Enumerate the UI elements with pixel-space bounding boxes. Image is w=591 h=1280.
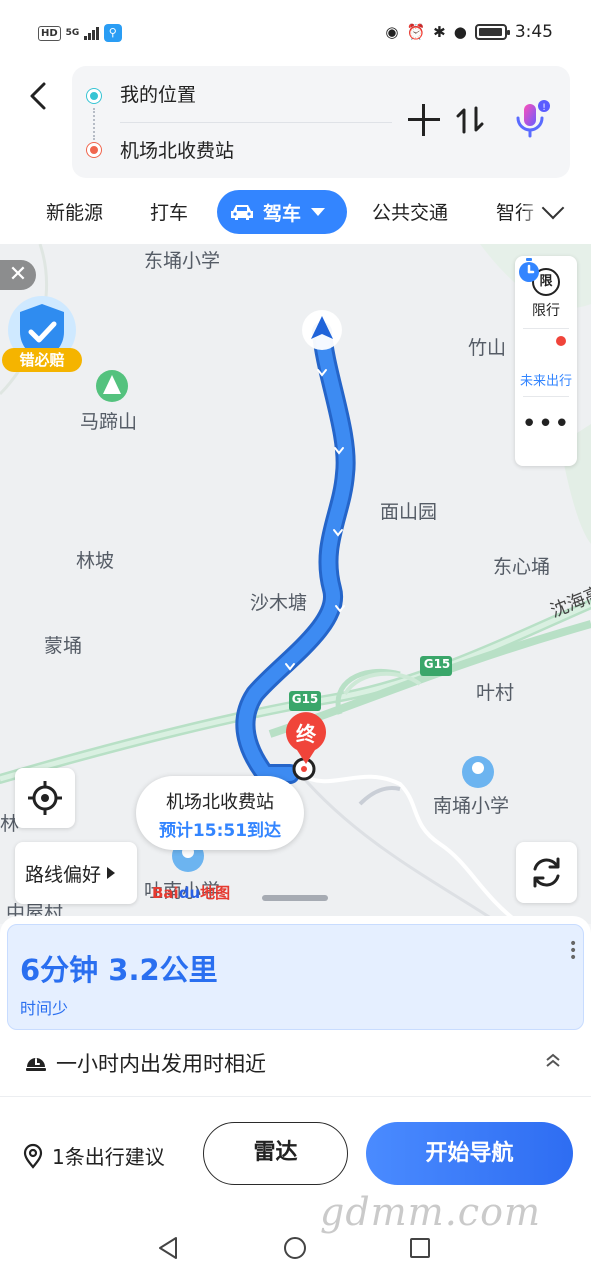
swap-icon (456, 106, 484, 134)
destination-name: 机场北收费站 (166, 792, 274, 813)
route-connector (93, 108, 95, 140)
bluetooth-icon: ✱ (433, 23, 446, 41)
stopwatch-icon[interactable] (515, 256, 543, 284)
microphone-icon: ! (516, 100, 550, 138)
nav-home-icon[interactable] (284, 1237, 306, 1259)
clock-icon (26, 1057, 46, 1071)
place-label: 马蹄山 (80, 411, 138, 433)
location-pin-icon (23, 1143, 43, 1169)
road-badge: G15 (291, 692, 319, 706)
radar-button[interactable]: 雷达 (203, 1122, 348, 1185)
place-label: 面山园 (380, 501, 438, 523)
dropdown-caret-icon (311, 208, 326, 216)
destination-eta: 预计15:51到达 (158, 821, 282, 841)
car-icon (231, 205, 253, 220)
clock: 3:45 (514, 22, 553, 42)
travel-suggestion-link[interactable]: 1条出行建议 (22, 1141, 165, 1170)
place-label: 东心埇 (493, 556, 551, 578)
notification-dot (556, 336, 566, 346)
divider (523, 328, 569, 329)
status-left: HD 5G ⚲ (38, 24, 122, 42)
crosshair-icon (28, 781, 62, 815)
status-right: ◉ ⏰ ✱ ● 3:45 (385, 22, 553, 42)
route-tag: 时间少 (20, 999, 69, 1018)
start-dot-icon (87, 89, 101, 103)
search-app-icon: ⚲ (103, 24, 122, 42)
guarantee-label[interactable]: 错必赔 (2, 348, 82, 372)
add-waypoint-button[interactable] (406, 102, 442, 138)
double-chevron-up-icon[interactable] (545, 1052, 561, 1068)
chevron-left-icon (30, 82, 46, 110)
end-dot-icon (87, 143, 101, 157)
place-label: 叶村 (476, 682, 515, 704)
route-option-card[interactable]: 6分钟 3.2公里 时间少 • • • (7, 924, 584, 1030)
divider (120, 122, 392, 123)
close-icon: ✕ (8, 262, 28, 287)
chevron-down-icon (541, 196, 565, 220)
tab-drive-label: 驾车 (263, 202, 302, 225)
map-side-panel: 限 限行 未来出行 ••• (515, 256, 577, 466)
route-preference-button[interactable]: 路线偏好 (15, 842, 137, 904)
divider (523, 396, 569, 397)
start-location-field[interactable]: 我的位置 (120, 80, 196, 107)
battery-icon (474, 24, 510, 40)
tab-public-transit[interactable]: 公共交通 (372, 198, 448, 225)
network-type: 5G (65, 27, 80, 38)
route-header: 我的位置 机场北收费站 ! 新能源 打车 驾车 公共交通 智行 (0, 66, 591, 244)
travel-suggestion-label: 1条出行建议 (52, 1145, 165, 1169)
departure-hint-text: 一小时内出发用时相近 (56, 1052, 266, 1076)
baidu-map-logo: Baidu地图 (152, 884, 231, 902)
place-label: 竹山 (468, 337, 507, 359)
route-time-distance: 6分钟 3.2公里 (20, 953, 218, 987)
status-bar: HD 5G ⚲ ◉ ⏰ ✱ ● 3:45 (0, 0, 591, 66)
location-icon: ● (453, 23, 467, 41)
place-label: 蒙埇 (44, 635, 83, 657)
voice-button[interactable]: ! (512, 98, 552, 142)
destination-callout[interactable]: 机场北收费站 预计15:51到达 (136, 776, 304, 850)
drag-handle[interactable] (262, 895, 328, 901)
watermark: gdmm.com (320, 1190, 541, 1234)
tab-drive[interactable]: 驾车 (217, 190, 347, 234)
departure-hint[interactable]: 一小时内出发用时相近 (24, 1048, 266, 1078)
swap-button[interactable] (452, 102, 488, 138)
hd-badge: HD (38, 25, 61, 41)
nav-recents-icon[interactable] (410, 1238, 430, 1258)
transport-tabs: 新能源 打车 驾车 公共交通 智行 (0, 190, 591, 240)
expand-tabs-button[interactable] (525, 190, 591, 234)
tab-new-energy[interactable]: 新能源 (46, 198, 103, 225)
locate-me-button[interactable] (15, 768, 75, 828)
start-navigation-button[interactable]: 开始导航 (366, 1122, 573, 1185)
destination-field[interactable]: 机场北收费站 (120, 136, 234, 163)
kebab-menu-icon[interactable]: • • • (569, 937, 577, 965)
refresh-icon (533, 857, 560, 888)
close-promo-button[interactable]: ✕ (0, 260, 36, 290)
place-label: 林坡 (76, 550, 115, 572)
system-nav-bar: gdmm.com (0, 1190, 591, 1280)
place-label: 南埇小学 (433, 795, 510, 817)
destination-pin-label: 终 (296, 722, 316, 746)
map-view[interactable]: 东埇小学 马蹄山 竹山 面山园 林坡 东心埇 沙木塘 蒙埇 沈海高速 叶村 南埇… (0, 244, 591, 924)
road-badge: G15 (423, 657, 451, 671)
alarm-icon: ⏰ (406, 23, 426, 41)
nfc-icon: ◉ (385, 23, 399, 41)
svg-text:!: ! (542, 103, 546, 113)
route-preference-label: 路线偏好 (25, 863, 102, 886)
tab-taxi[interactable]: 打车 (150, 198, 188, 225)
more-options-button[interactable]: ••• (515, 411, 577, 437)
route-sheet: 6分钟 3.2公里 时间少 • • • 一小时内出发用时相近 (0, 916, 591, 1096)
future-travel-label[interactable]: 未来出行 (515, 370, 577, 389)
refresh-route-button[interactable] (516, 842, 577, 903)
route-input-box: 我的位置 机场北收费站 ! (72, 66, 570, 178)
triangle-right-icon (107, 867, 116, 879)
back-button[interactable] (22, 76, 58, 116)
place-label: 东埇小学 (144, 250, 221, 272)
nav-back-icon[interactable] (156, 1236, 180, 1260)
signal-icon (84, 26, 99, 40)
place-label: 沙木塘 (250, 592, 308, 614)
traffic-restriction-label[interactable]: 限行 (515, 300, 577, 320)
